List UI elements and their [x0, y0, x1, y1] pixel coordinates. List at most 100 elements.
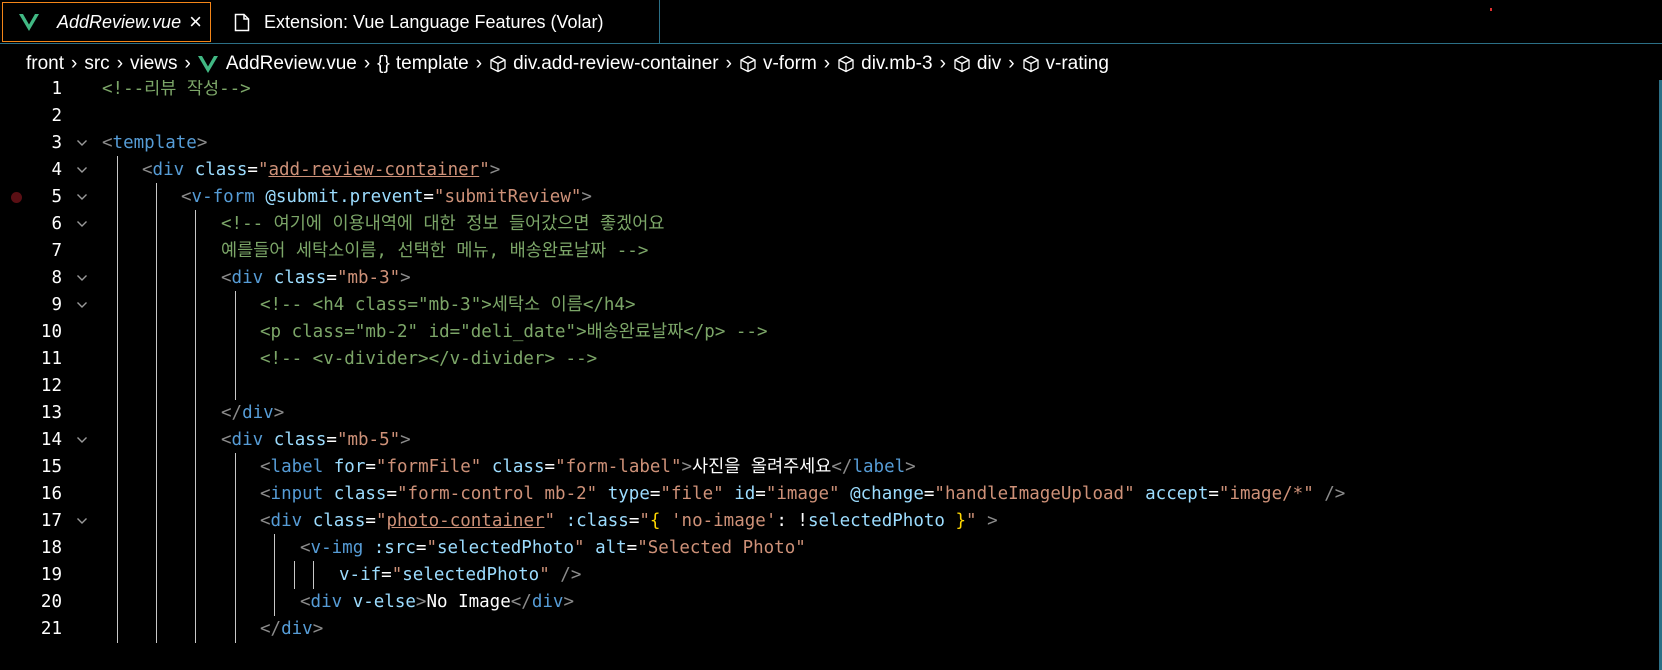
code-token: v-else	[352, 592, 416, 612]
code-token: <	[221, 268, 232, 288]
breadcrumb-item-front[interactable]: front	[26, 53, 64, 75]
code-line[interactable]: 1 <!--리뷰 작성-->	[0, 80, 1662, 103]
code-token: "file"	[660, 484, 735, 504]
code-token: v-if	[339, 565, 382, 585]
line-number: 13	[40, 403, 62, 423]
code-line[interactable]: 12	[0, 372, 1662, 400]
code-text: <p class="mb-2" id="deli_date">배송완료날짜</p…	[260, 318, 768, 346]
code-token: =	[628, 511, 640, 531]
vue-icon	[19, 13, 39, 31]
fold-chevron-icon[interactable]	[76, 218, 88, 230]
breadcrumb-item-v-rating[interactable]: v-rating	[1022, 53, 1109, 75]
code-token: class	[273, 430, 327, 450]
code-token: div	[531, 592, 564, 612]
code-token: <!--리뷰 작성-->	[102, 80, 251, 99]
code-text: <div v-else>No Image</div>	[300, 588, 574, 616]
code-token: <!-- <v-divider></v-divider> -->	[260, 349, 598, 369]
indent-guide	[156, 291, 157, 319]
tab-extension-volar[interactable]: Extension: Vue Language Features (Volar)	[214, 0, 660, 44]
breadcrumb-item-template[interactable]: {} template	[377, 53, 469, 75]
indent-guide	[117, 615, 118, 643]
code-token: 'no-image'	[671, 511, 777, 531]
code-line[interactable]: 16 <input class="form-control mb-2" type=…	[0, 480, 1662, 508]
indent-guide	[274, 534, 275, 562]
indent-guide	[156, 237, 157, 265]
fold-chevron-icon[interactable]	[76, 515, 88, 527]
code-line[interactable]: 21 </div>	[0, 615, 1662, 643]
code-token: @submit.prevent	[265, 187, 424, 207]
code-line[interactable]: 5 <v-form @submit.prevent="submitReview">	[0, 183, 1662, 211]
line-number: 6	[51, 214, 62, 234]
code-line[interactable]: 3 <template>	[0, 129, 1662, 157]
indent-guide	[117, 318, 118, 346]
line-number: 14	[40, 430, 62, 450]
code-token: No Image	[426, 592, 511, 612]
code-token: <	[300, 538, 311, 558]
cube-icon	[838, 55, 854, 73]
code-line[interactable]: 18 <v-img :src="selectedPhoto" alt="Selec…	[0, 534, 1662, 562]
code-line[interactable]: 10 <p class="mb-2" id="deli_date">배송완료날짜<…	[0, 318, 1662, 346]
code-line[interactable]: 2	[0, 102, 1662, 130]
code-token: label	[270, 457, 334, 477]
indent-guide	[274, 561, 275, 589]
breadcrumb-item-views[interactable]: views	[130, 53, 178, 75]
code-token: <	[260, 511, 271, 531]
breadcrumb-item-div[interactable]: div	[953, 53, 1001, 75]
code-line[interactable]: 15 <label for="formFile" class="form-labe…	[0, 453, 1662, 481]
tab-addreview-vue[interactable]: AddReview.vue ×	[2, 2, 211, 42]
code-text: </div>	[221, 399, 284, 427]
breadcrumb-item-add-review-container[interactable]: div.add-review-container	[489, 53, 719, 75]
code-token: div	[270, 511, 313, 531]
indent-guide	[156, 426, 157, 454]
editor-tab-bar: AddReview.vue × Extension: Vue Language …	[0, 0, 1662, 44]
code-line[interactable]: 20 <div v-else>No Image</div>	[0, 588, 1662, 616]
breadcrumb: front › src › views › AddReview.vue › {}…	[0, 46, 1662, 82]
indent-guide	[156, 264, 157, 292]
breadcrumb-label: front	[26, 53, 65, 74]
code-line[interactable]: 9 <!-- <h4 class="mb-3">세탁소 이름</h4>	[0, 291, 1662, 319]
chevron-right-icon: ›	[71, 53, 78, 74]
indent-guide	[235, 615, 236, 643]
code-token: div	[310, 592, 353, 612]
code-line[interactable]: 17 <div class="photo-container" :class="{…	[0, 507, 1662, 535]
code-editor[interactable]: 1 <!--리뷰 작성--> 2 3 <template> 4 <div class="ad…	[0, 80, 1662, 670]
code-line[interactable]: 8 <div class="mb-3">	[0, 264, 1662, 292]
code-line[interactable]: 4 <div class="add-review-container">	[0, 156, 1662, 184]
fold-chevron-icon[interactable]	[76, 272, 88, 284]
line-number: 16	[40, 484, 62, 504]
line-number: 17	[40, 511, 62, 531]
code-token: =	[386, 484, 397, 504]
fold-chevron-icon[interactable]	[76, 299, 88, 311]
code-line[interactable]: 14 <div class="mb-5">	[0, 426, 1662, 454]
code-token: "	[573, 538, 596, 558]
code-line[interactable]: 13 </div>	[0, 399, 1662, 427]
breadcrumb-label: views	[130, 53, 178, 74]
code-line[interactable]: 6 <!-- 여기에 이용내역에 대한 정보 들어갔으면 좋겠어요	[0, 210, 1662, 238]
braces-icon: {}	[377, 53, 390, 74]
code-line[interactable]: 7 예를들어 세탁소이름, 선택한 메뉴, 배송완료날짜 -->	[0, 237, 1662, 265]
code-token: {	[649, 511, 671, 531]
line-number: 15	[40, 457, 62, 477]
code-token: v-img	[310, 538, 374, 558]
fold-chevron-icon[interactable]	[76, 164, 88, 176]
breadcrumb-item-src[interactable]: src	[84, 53, 109, 75]
indent-guide	[235, 372, 236, 400]
code-token: =	[649, 484, 661, 504]
code-text: <!--리뷰 작성-->	[102, 80, 251, 103]
indent-guide	[195, 345, 196, 373]
fold-chevron-icon[interactable]	[76, 191, 88, 203]
indent-guide	[117, 183, 118, 211]
line-number: 20	[40, 592, 62, 612]
breadcrumb-item-v-form[interactable]: v-form	[739, 53, 817, 75]
code-line[interactable]: 11 <!-- <v-divider></v-divider> -->	[0, 345, 1662, 373]
close-icon[interactable]: ×	[189, 11, 202, 33]
code-line[interactable]: 19 v-if="selectedPhoto" />	[0, 561, 1662, 589]
code-token: :class	[565, 511, 629, 531]
breadcrumb-item-file[interactable]: AddReview.vue	[197, 53, 357, 75]
code-token: />	[1324, 484, 1346, 504]
fold-chevron-icon[interactable]	[76, 137, 88, 149]
breadcrumb-item-div-mb-3[interactable]: div.mb-3	[837, 53, 933, 75]
code-token: 예를들어 세탁소이름, 선택한 메뉴, 배송완료날짜 -->	[221, 241, 649, 261]
fold-chevron-icon[interactable]	[76, 434, 88, 446]
file-icon	[234, 13, 250, 31]
